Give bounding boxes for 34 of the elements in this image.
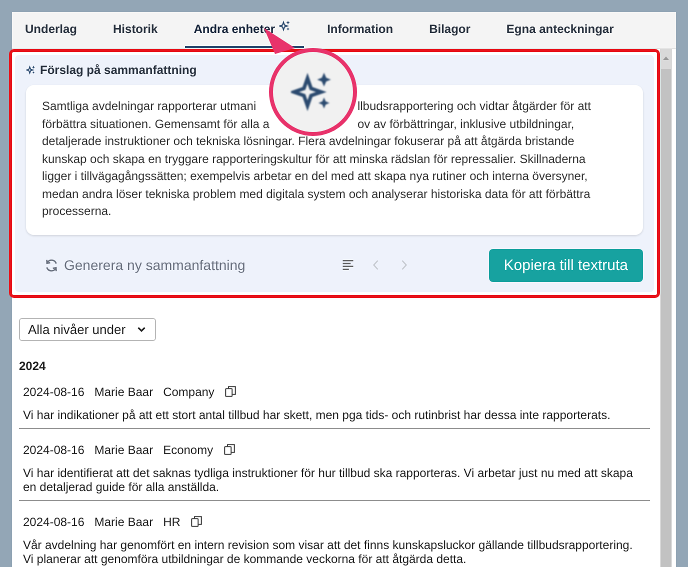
- summary-text: förbättra situationen. Gemensamt för alla a: [42, 116, 270, 132]
- entry-author: Marie Baar: [94, 442, 154, 456]
- tab[interactable]: Underlag: [16, 12, 90, 48]
- tab[interactable]: Bilagor: [420, 12, 484, 48]
- sparkle-icon: [26, 65, 36, 75]
- copy-icon[interactable]: [223, 443, 236, 456]
- entry-unit: Company: [163, 384, 214, 398]
- entry-unit: HR: [163, 514, 180, 528]
- tab[interactable]: Information: [318, 12, 406, 48]
- tab[interactable]: Historik: [104, 12, 171, 48]
- entry-date: 2024-08-16: [23, 514, 84, 528]
- entry-text: Vår avdelning har genomfört en intern revision som visar att det finns kunskapsluckor gällande tillbudsrapportering. Vi planerar att genomföra utbildningar de kommande veckorna för att åtgärda detta.: [23, 538, 634, 566]
- entry-text: Vi har identifierat att det saknas tydliga instruktioner för hur tillbud ska rapporteras. Vi arbetar just nu med att skapa en detaljerad guide för alla anställda.: [23, 466, 634, 494]
- text-lines-icon[interactable]: [341, 258, 356, 272]
- refresh-icon: [44, 258, 59, 272]
- copy-icon[interactable]: [190, 515, 204, 528]
- summary-text: ov av förbättringar, inklusive utbildningar,: [357, 116, 576, 132]
- summary-text: llbudsrapportering och vidtar åtgärder för att: [357, 98, 591, 115]
- scrollbar[interactable]: [660, 49, 672, 567]
- level-dropdown[interactable]: Alla nivåer under: [19, 318, 156, 340]
- entry-author: Marie Baar: [94, 514, 154, 528]
- copy-icon[interactable]: [224, 385, 238, 398]
- regenerate-link[interactable]: Generera ny sammanfattning: [44, 257, 246, 273]
- entry-text: Vi har indikationer på att ett stort antal tillbud har skett, men pga tids- och rutinbrist har dessa inte rapporterats.: [23, 408, 612, 422]
- entry-unit: Economy: [163, 442, 214, 456]
- entry-author: Marie Baar: [94, 384, 154, 398]
- summary-title: Förslag på sammanfattning: [40, 63, 197, 77]
- summary-text: detaljerade instruktioner och tekniska lösningar. Flera avdelningar fokuserar på att åtgärda bristande kunskap och skapa en tryggare rapporteringskultur för att minska rädslan för repressalier. Skillnaderna ligger i tillvägagångssätten; exempelvis arbetar en del med att skapa nya rutiner och interna översyner, medan andra löser tekniska problem med digitala system och analyserar historiska data för att förbättra processerna.: [42, 133, 592, 220]
- entry-date: 2024-08-16: [23, 442, 84, 456]
- scrollbar-thumb[interactable]: [661, 69, 671, 567]
- entry-date: 2024-08-16: [23, 384, 84, 398]
- year-heading: 2024: [19, 358, 47, 372]
- summary-text: Samtliga avdelningar rapporterar utmani: [42, 98, 258, 115]
- tab[interactable]: Egna anteckningar: [497, 12, 627, 48]
